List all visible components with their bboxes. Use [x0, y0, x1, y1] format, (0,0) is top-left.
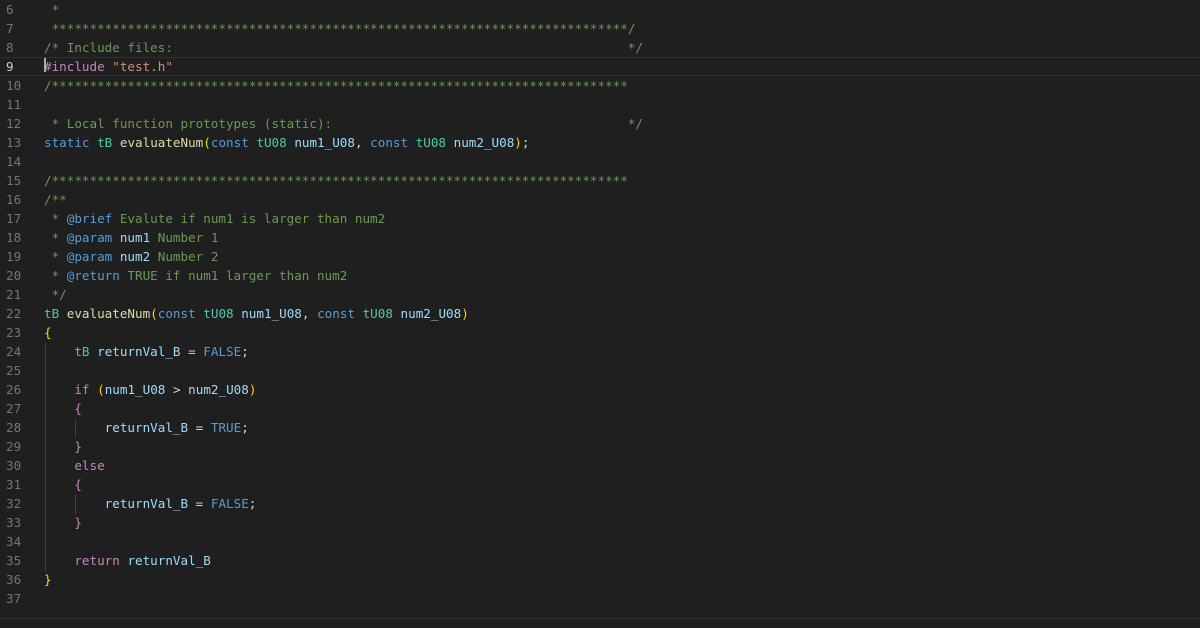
code-line-6[interactable]: 6 * [0, 0, 1200, 19]
line-number: 10 [6, 78, 22, 93]
code-line-37[interactable]: 37 [0, 589, 1200, 608]
line-number: 21 [6, 287, 22, 302]
line-number: 35 [6, 553, 22, 568]
code-line-8[interactable]: 8 /* Include files: */ [0, 38, 1200, 57]
line-number: 29 [6, 439, 22, 454]
line-code[interactable]: tB returnVal_B = FALSE; [44, 342, 248, 361]
code-line-14[interactable]: 14 [0, 152, 1200, 171]
code-line-10[interactable]: 10 /*************************************… [0, 76, 1200, 95]
line-code[interactable]: * Local function prototypes (static): */ [44, 114, 643, 133]
indent-guide-else-block [75, 495, 76, 514]
line-code[interactable]: * [44, 0, 60, 19]
line-code[interactable]: /***************************************… [44, 76, 628, 95]
code-line-15[interactable]: 15 /*************************************… [0, 171, 1200, 190]
line-number: 16 [6, 192, 22, 207]
line-code[interactable]: #include "test.h" [44, 57, 173, 76]
line-code[interactable]: * @return TRUE if num1 larger than num2 [44, 266, 348, 285]
line-code[interactable]: * @brief Evalute if num1 is larger than … [44, 209, 386, 228]
line-number: 7 [6, 21, 14, 36]
line-number: 22 [6, 306, 22, 321]
indent-guide-if-block [75, 419, 76, 438]
code-line-30[interactable]: 30 else [0, 456, 1200, 475]
line-code[interactable]: /* Include files: */ [44, 38, 643, 57]
line-number: 15 [6, 173, 22, 188]
line-number: 6 [6, 2, 14, 17]
line-number: 34 [6, 534, 22, 549]
line-number: 8 [6, 40, 14, 55]
line-code[interactable]: /** [44, 190, 67, 209]
line-code[interactable]: ****************************************… [44, 19, 636, 38]
line-number: 24 [6, 344, 22, 359]
code-line-9[interactable]: 9 #include "test.h" [0, 57, 1200, 76]
code-line-29[interactable]: 29 } [0, 437, 1200, 456]
code-line-20[interactable]: 20 * @return TRUE if num1 larger than nu… [0, 266, 1200, 285]
line-number: 18 [6, 230, 22, 245]
code-line-16[interactable]: 16 /** [0, 190, 1200, 209]
code-line-31[interactable]: 31 { [0, 475, 1200, 494]
code-line-24[interactable]: 24 tB returnVal_B = FALSE; [0, 342, 1200, 361]
line-code[interactable]: else [44, 456, 104, 475]
line-code[interactable]: * @param num1 Number 1 [44, 228, 219, 247]
line-number: 19 [6, 249, 22, 264]
line-code[interactable]: /***************************************… [44, 171, 628, 190]
line-number: 36 [6, 572, 22, 587]
code-line-32[interactable]: 32 returnVal_B = FALSE; [0, 494, 1200, 513]
line-number: 28 [6, 420, 22, 435]
line-number: 12 [6, 116, 22, 131]
code-line-13[interactable]: 13 static tB evaluateNum(const tU08 num1_… [0, 133, 1200, 152]
line-code[interactable]: } [44, 513, 82, 532]
code-line-22[interactable]: 22 tB evaluateNum(const tU08 num1_U08, co… [0, 304, 1200, 323]
indent-guide-function-body [45, 343, 46, 571]
code-line-33[interactable]: 33 } [0, 513, 1200, 532]
code-editor[interactable]: 6 * 7 ***********************************… [0, 0, 1200, 628]
line-number: 17 [6, 211, 22, 226]
line-number: 33 [6, 515, 22, 530]
code-line-7[interactable]: 7 **************************************… [0, 19, 1200, 38]
line-code[interactable]: { [44, 475, 82, 494]
line-number: 11 [6, 97, 22, 112]
line-number: 23 [6, 325, 22, 340]
line-code[interactable]: } [44, 437, 82, 456]
code-line-36[interactable]: 36} [0, 570, 1200, 589]
code-line-28[interactable]: 28 returnVal_B = TRUE; [0, 418, 1200, 437]
line-number: 20 [6, 268, 22, 283]
code-line-26[interactable]: 26 if (num1_U08 > num2_U08) [0, 380, 1200, 399]
line-code[interactable]: } [44, 570, 52, 589]
line-code[interactable]: { [44, 323, 52, 342]
code-line-21[interactable]: 21 */ [0, 285, 1200, 304]
code-line-23[interactable]: 23 { [0, 323, 1200, 342]
line-code[interactable]: */ [44, 285, 67, 304]
code-line-12[interactable]: 12 * Local function prototypes (static):… [0, 114, 1200, 133]
code-line-34[interactable]: 34 [0, 532, 1200, 551]
line-number: 26 [6, 382, 22, 397]
line-code[interactable]: return returnVal_B [44, 551, 211, 570]
line-code[interactable]: if (num1_U08 > num2_U08) [44, 380, 256, 399]
line-code[interactable]: static tB evaluateNum(const tU08 num1_U0… [44, 133, 529, 152]
line-number: 27 [6, 401, 22, 416]
line-number: 37 [6, 591, 22, 606]
code-line-27[interactable]: 27 { [0, 399, 1200, 418]
line-number: 31 [6, 477, 22, 492]
line-number: 9 [6, 59, 14, 74]
code-line-17[interactable]: 17 * @brief Evalute if num1 is larger th… [0, 209, 1200, 228]
line-number: 13 [6, 135, 22, 150]
editor-bottom-border [0, 618, 1200, 619]
line-number: 30 [6, 458, 22, 473]
code-line-18[interactable]: 18 * @param num1 Number 1 [0, 228, 1200, 247]
line-number: 14 [6, 154, 22, 169]
line-code[interactable]: tB evaluateNum(const tU08 num1_U08, cons… [44, 304, 469, 323]
code-line-19[interactable]: 19 * @param num2 Number 2 [0, 247, 1200, 266]
text-cursor [44, 58, 46, 72]
line-number: 25 [6, 363, 22, 378]
code-line-35[interactable]: 35 return returnVal_B [0, 551, 1200, 570]
line-code[interactable]: * @param num2 Number 2 [44, 247, 219, 266]
line-number: 32 [6, 496, 22, 511]
code-line-25[interactable]: 25 [0, 361, 1200, 380]
code-line-11[interactable]: 11 [0, 95, 1200, 114]
line-code[interactable]: { [44, 399, 82, 418]
